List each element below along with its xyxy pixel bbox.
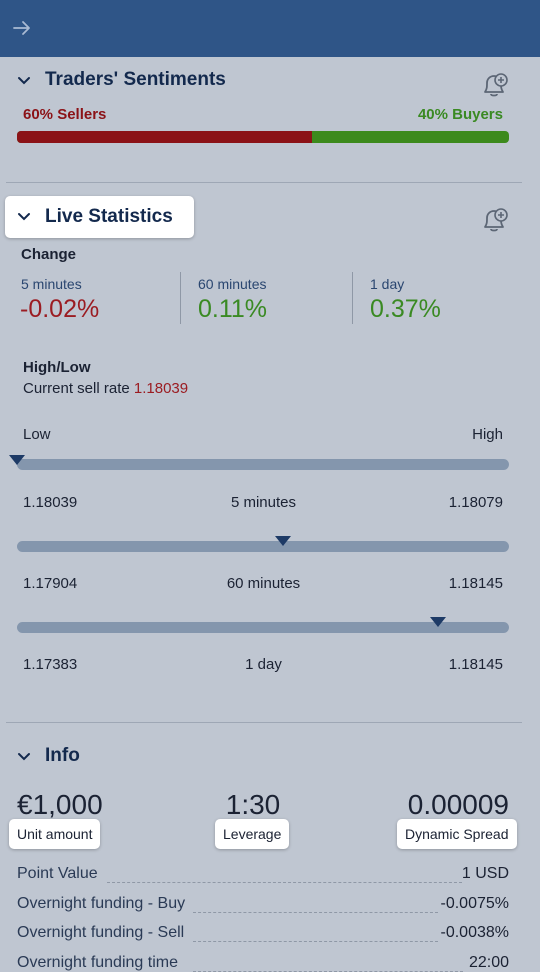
change-value: 0.11%: [198, 295, 268, 323]
change-period: 60 minutes: [198, 276, 267, 292]
info-row-label: Point Value: [17, 865, 98, 882]
chevron-down-icon[interactable]: [17, 750, 31, 764]
divider: [6, 182, 522, 183]
range-marker: [429, 617, 446, 627]
info-title[interactable]: Info: [45, 745, 80, 767]
info-row-value: -0.0038%: [440, 924, 510, 941]
highlow-heading: High/Low: [23, 359, 91, 376]
arrow-right-icon[interactable]: [12, 18, 32, 38]
info-row-label: Overnight funding - Sell: [17, 924, 185, 941]
range-high: 1.18145: [448, 656, 503, 673]
current-sell-rate: Current sell rate 1.18039: [23, 380, 188, 397]
range-track: [17, 459, 509, 470]
range-marker: [274, 536, 291, 546]
info-row-value: -0.0075%: [440, 895, 510, 912]
change-period: 5 minutes: [21, 276, 82, 292]
live-stats-header[interactable]: Live Statistics: [5, 196, 194, 238]
change-heading: Change: [21, 246, 77, 263]
bell-add-icon[interactable]: [479, 205, 509, 235]
high-label: High: [472, 426, 503, 443]
leverage-tag: Leverage: [215, 819, 290, 849]
live-stats-title: Live Statistics: [45, 206, 173, 227]
bell-add-icon[interactable]: [479, 70, 509, 100]
low-label: Low: [23, 426, 51, 443]
sell-rate-label: Current sell rate: [23, 380, 130, 397]
info-row-value: 22:00: [468, 954, 509, 971]
dotted-leader: [193, 912, 438, 913]
info-row-label: Overnight funding time: [17, 954, 178, 971]
chevron-down-icon: [18, 213, 30, 221]
column-separator: [180, 272, 181, 324]
top-bar: [0, 0, 540, 57]
spread-value: 0.00009: [407, 789, 509, 820]
sell-rate-value: 1.18039: [133, 380, 189, 397]
range-high: 1.18145: [448, 575, 503, 592]
range-high: 1.18079: [448, 494, 503, 511]
change-period: 1 day: [370, 276, 405, 292]
dotted-leader: [193, 941, 438, 942]
sentiment-bar: [17, 131, 509, 143]
chevron-down-icon[interactable]: [17, 74, 31, 88]
unit-amount-tag: Unit amount: [9, 819, 101, 849]
range-marker: [9, 455, 25, 465]
sellers-fill: [17, 131, 313, 143]
info-row-label: Overnight funding - Buy: [17, 895, 186, 912]
column-separator: [352, 272, 353, 324]
buyers-label: 40% Buyers: [417, 106, 503, 123]
info-row-value: 1 USD: [461, 865, 509, 882]
change-value: -0.02%: [20, 295, 100, 323]
sentiments-title[interactable]: Traders' Sentiments: [45, 69, 226, 91]
sellers-label: 60% Sellers: [23, 106, 107, 123]
change-value: 0.37%: [370, 295, 441, 323]
range-track: [17, 541, 509, 552]
divider: [6, 722, 522, 723]
dotted-leader: [107, 882, 462, 883]
dynamic-spread-tag: Dynamic Spread: [397, 819, 517, 849]
